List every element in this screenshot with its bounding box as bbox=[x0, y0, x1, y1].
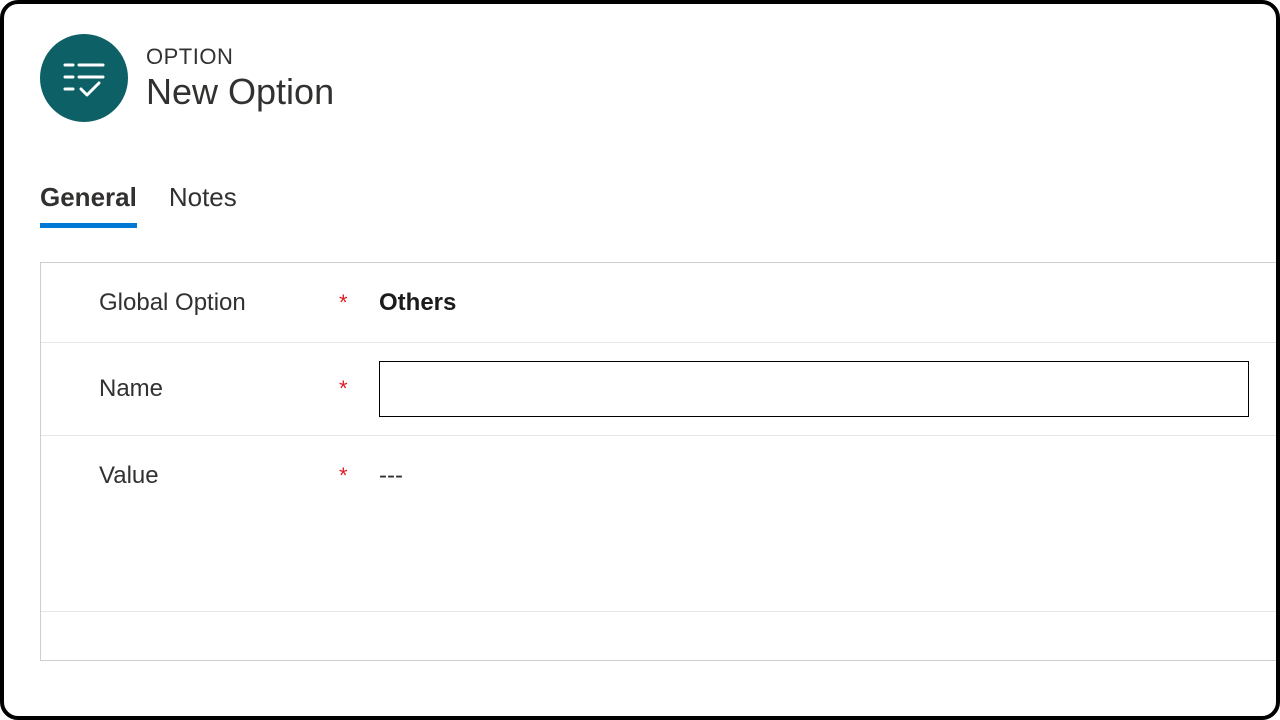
footer-row bbox=[41, 612, 1276, 660]
tab-general[interactable]: General bbox=[40, 182, 137, 228]
page-header: OPTION New Option bbox=[4, 4, 1276, 122]
required-mark: * bbox=[339, 463, 379, 489]
required-mark: * bbox=[339, 290, 379, 316]
value-field[interactable]: --- bbox=[379, 462, 403, 490]
row-name: Name * bbox=[41, 343, 1276, 436]
page-title: New Option bbox=[146, 72, 334, 112]
header-text-block: OPTION New Option bbox=[146, 44, 334, 112]
required-mark: * bbox=[339, 376, 379, 402]
tab-strip: General Notes bbox=[4, 122, 1276, 228]
label-name: Name bbox=[99, 375, 339, 403]
row-global-option: Global Option * Others bbox=[41, 263, 1276, 343]
spacer-row bbox=[41, 516, 1276, 612]
global-option-lookup[interactable]: Others bbox=[379, 289, 456, 317]
entity-type-label: OPTION bbox=[146, 44, 334, 70]
form-panel: Global Option * Others Name * Value * --… bbox=[40, 262, 1276, 661]
name-input[interactable] bbox=[379, 361, 1249, 417]
app-window: OPTION New Option General Notes Global O… bbox=[0, 0, 1280, 720]
option-entity-icon bbox=[40, 34, 128, 122]
label-global-option: Global Option bbox=[99, 289, 339, 317]
tab-notes[interactable]: Notes bbox=[169, 182, 237, 228]
row-value: Value * --- bbox=[41, 436, 1276, 516]
label-value: Value bbox=[99, 462, 339, 490]
